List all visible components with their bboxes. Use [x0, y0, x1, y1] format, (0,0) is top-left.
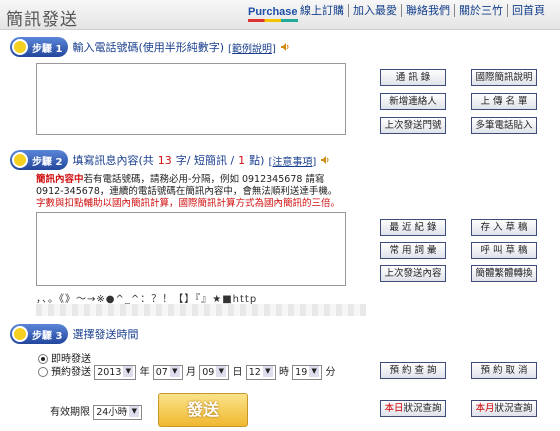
page-title: 簡訊發送	[6, 10, 78, 30]
paste-numbers-button[interactable]: 多筆電話貼入	[471, 117, 537, 134]
symbol-palette-row2[interactable]	[36, 304, 366, 316]
minute-select[interactable]: 19 ▼	[292, 364, 323, 380]
notes-line1: 若有電話號碼，請務必用-分隔，例如 0912345678 請寫	[83, 174, 325, 185]
step-icon	[12, 39, 28, 55]
save-draft-button[interactable]: 存 入 草 稿	[471, 219, 537, 236]
scheduled-option: 預約發送 2013 ▼ 年 07 ▼ 月 09 ▼ 日 12 ▼ 時 19 ▼ 分	[38, 363, 335, 380]
step3-instruction: 選擇發送時間	[72, 328, 139, 341]
intl-sms-info-button[interactable]: 國際簡訊說明	[471, 69, 537, 86]
step2-row: 步驟 2 填寫訊息內容(共 13 字/ 短簡訊 / 1 點) [注意事項]	[10, 150, 330, 170]
day-select[interactable]: 09 ▼	[199, 364, 230, 380]
notes-line2: 0912-345678，連續的電話號碼在簡訊內容中，會無法順利送達手機。	[36, 186, 338, 197]
notes-warning: 字數與扣點輔助以國內簡訊計算，國際簡訊計算方式為國內簡訊的三倍。	[36, 198, 341, 209]
send-button[interactable]: 發送	[158, 393, 248, 427]
month-unit: 月	[186, 367, 197, 378]
nav-about[interactable]: 關於三竹	[455, 4, 508, 17]
notice-link[interactable]: [注意事項]	[268, 153, 316, 168]
minute-unit: 分	[325, 367, 336, 378]
step-icon	[12, 326, 28, 342]
char-count: 13	[157, 153, 172, 167]
year-unit: 年	[139, 367, 150, 378]
top-nav: 線上訂購 加入最愛 聯絡我們 關於三竹 回首頁	[296, 4, 549, 17]
speaker-icon[interactable]	[280, 42, 290, 52]
scheduled-label: 預約發送	[51, 367, 91, 378]
contacts-button[interactable]: 通 訊 錄	[380, 69, 446, 86]
nav-home[interactable]: 回首頁	[508, 4, 549, 17]
hour-unit: 時	[278, 367, 289, 378]
scheduled-radio[interactable]	[38, 367, 48, 377]
upload-list-button[interactable]: 上 傳 名 單	[471, 93, 537, 110]
sms-notes: 簡訊內容中若有電話號碼，請務必用-分隔，例如 0912345678 請寫 091…	[36, 174, 366, 210]
notes-label: 簡訊內容中	[36, 174, 84, 185]
phone-number-input[interactable]	[36, 63, 346, 135]
step2-suffix: 點)	[249, 154, 265, 167]
booking-query-button[interactable]: 預 約 查 詢	[380, 362, 446, 379]
step-icon	[12, 152, 28, 168]
validity-select[interactable]: 24小時 ▼	[93, 404, 143, 420]
year-select[interactable]: 2013 ▼	[94, 364, 137, 380]
last-content-button[interactable]: 上次發送內容	[380, 265, 446, 282]
validity-label: 有效期限	[50, 407, 90, 418]
step3-badge: 步驟 3	[10, 324, 69, 344]
validity-row: 有效期限 24小時 ▼	[50, 403, 143, 420]
hour-select[interactable]: 12 ▼	[245, 364, 276, 380]
simp-trad-convert-button[interactable]: 簡體繁體轉換	[471, 265, 537, 282]
today-status-button[interactable]: 本日狀況查詢	[380, 400, 446, 417]
month-status-button[interactable]: 本月狀況查詢	[471, 400, 537, 417]
page-count: 1	[238, 153, 246, 167]
symbol-palette[interactable]: ，、。《》～→※●^_^：？！【】『』★■http	[36, 290, 257, 305]
common-phrases-button[interactable]: 常 用 詞 彙	[380, 242, 446, 259]
step1-row: 步驟 1 輸入電話號碼(使用半形純數字) [範例說明]	[10, 37, 290, 57]
booking-cancel-button[interactable]: 預 約 取 消	[471, 362, 537, 379]
last-numbers-button[interactable]: 上次發送門號	[380, 117, 446, 134]
step1-badge: 步驟 1	[10, 37, 69, 57]
purchase-link[interactable]: Purchase	[248, 6, 298, 22]
day-unit: 日	[232, 367, 243, 378]
speaker-icon[interactable]	[320, 155, 330, 165]
example-link[interactable]: [範例說明]	[228, 40, 276, 55]
step2-mid: 字/ 短簡訊 /	[175, 154, 235, 167]
month-select[interactable]: 07 ▼	[152, 364, 183, 380]
step2-instruction: 填寫訊息內容(共	[72, 154, 154, 167]
add-contact-button[interactable]: 新增連絡人	[380, 93, 446, 110]
message-content-input[interactable]	[36, 212, 346, 286]
nav-favorite[interactable]: 加入最愛	[349, 4, 402, 17]
nav-contact[interactable]: 聯絡我們	[402, 4, 455, 17]
step3-row: 步驟 3 選擇發送時間	[10, 324, 138, 344]
recent-records-button[interactable]: 最 近 紀 錄	[380, 219, 446, 236]
nav-order[interactable]: 線上訂購	[296, 4, 349, 17]
step1-instruction: 輸入電話號碼(使用半形純數字)	[72, 41, 225, 54]
load-draft-button[interactable]: 呼 叫 草 稿	[471, 242, 537, 259]
step2-badge: 步驟 2	[10, 150, 69, 170]
